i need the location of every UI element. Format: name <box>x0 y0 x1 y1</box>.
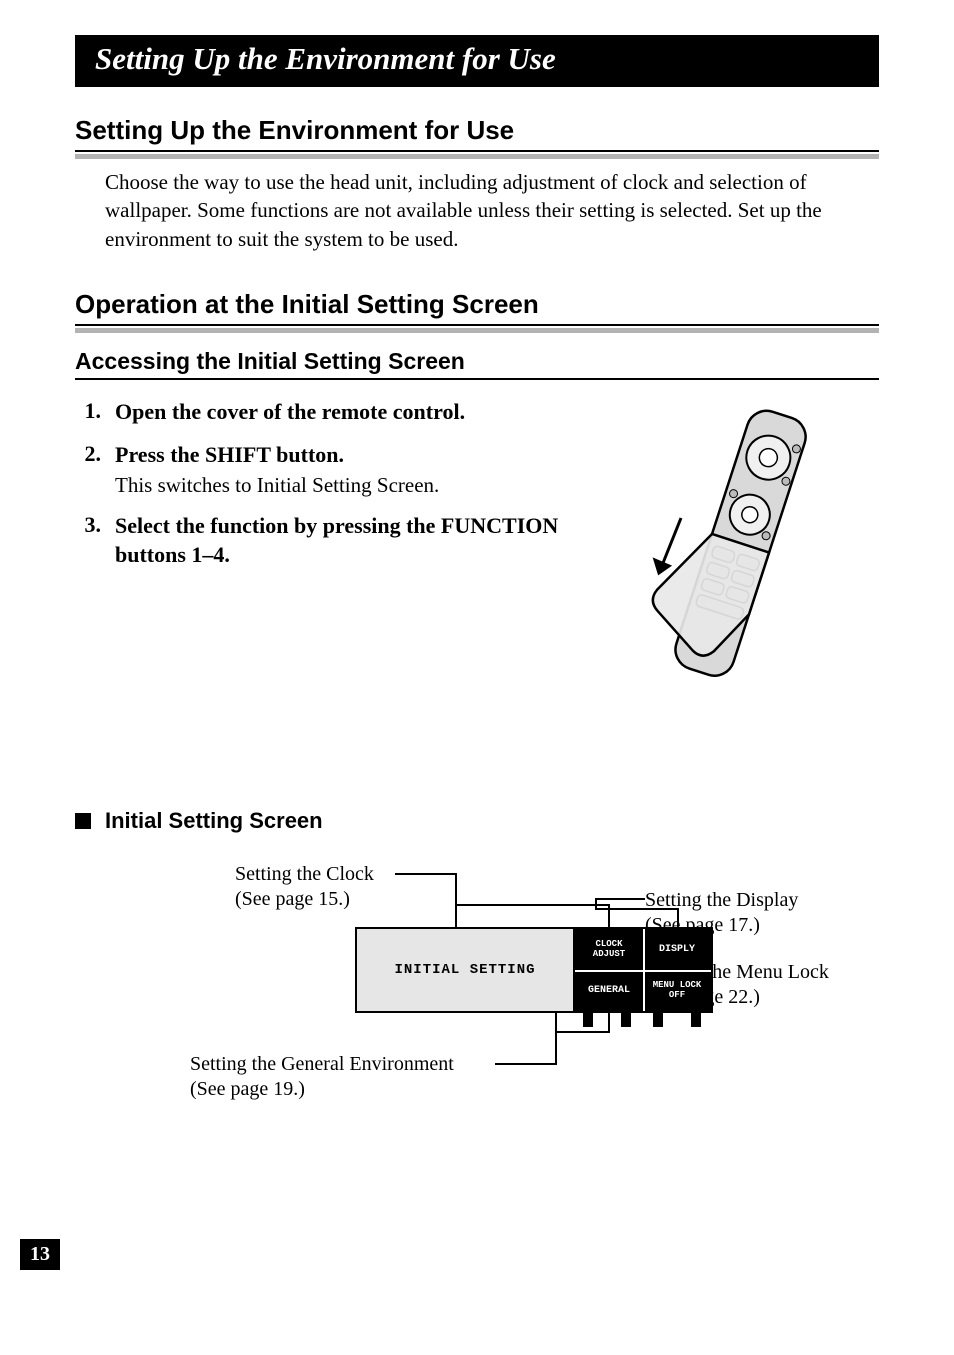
step-2: 2. Press the SHIFT button. This switches… <box>75 441 579 499</box>
screen-leg <box>621 1013 631 1027</box>
heading-operation: Operation at the Initial Setting Screen <box>75 289 879 326</box>
screen-cell-menulock: MENU LOCKOFF <box>643 970 711 1011</box>
screen-leg <box>653 1013 663 1027</box>
screen-unit: INITIAL SETTING CLOCKADJUST DISPLY GENER… <box>355 927 713 1013</box>
step-1: 1. Open the cover of the remote control. <box>75 398 579 427</box>
page-number: 13 <box>20 1239 60 1270</box>
step-title: Press the SHIFT button. <box>115 441 579 470</box>
screen-cell-general: GENERAL <box>575 970 643 1011</box>
remote-illustration <box>599 398 879 698</box>
callout-ref: (See page 15.) <box>235 888 350 910</box>
subheading-accessing: Accessing the Initial Setting Screen <box>75 348 879 380</box>
bullet-row: Initial Setting Screen <box>75 808 879 834</box>
step-number: 2. <box>75 441 101 499</box>
step-number: 1. <box>75 398 101 427</box>
step-number: 3. <box>75 512 101 569</box>
heading-setup: Setting Up the Environment for Use <box>75 115 879 152</box>
intro-paragraph: Choose the way to use the head unit, inc… <box>105 168 879 253</box>
section-banner: Setting Up the Environment for Use <box>75 35 879 87</box>
callout-clock: Setting the Clock (See page 15.) <box>235 862 374 912</box>
initial-setting-diagram: Setting the Clock (See page 15.) Setting… <box>75 852 879 1152</box>
square-bullet-icon <box>75 813 91 829</box>
callout-general: Setting the General Environment (See pag… <box>190 1052 454 1102</box>
steps-list: 1. Open the cover of the remote control.… <box>75 398 579 698</box>
bullet-label: Initial Setting Screen <box>105 808 323 834</box>
screen-left-panel: INITIAL SETTING <box>355 927 575 1013</box>
callout-text: Setting the Clock <box>235 863 374 885</box>
screen-cell-display: DISPLY <box>643 929 711 970</box>
screen-button-grid: CLOCKADJUST DISPLY GENERAL MENU LOCKOFF <box>575 927 713 1013</box>
callout-ref: (See page 19.) <box>190 1078 305 1100</box>
callout-text: Setting the General Environment <box>190 1053 454 1075</box>
screen-leg <box>691 1013 701 1027</box>
step-description: This switches to Initial Setting Screen. <box>115 473 579 498</box>
screen-cell-clock: CLOCKADJUST <box>575 929 643 970</box>
step-3: 3. Select the function by pressing the F… <box>75 512 579 569</box>
step-title: Select the function by pressing the FUNC… <box>115 512 579 569</box>
step-title: Open the cover of the remote control. <box>115 398 579 427</box>
screen-leg <box>583 1013 593 1027</box>
